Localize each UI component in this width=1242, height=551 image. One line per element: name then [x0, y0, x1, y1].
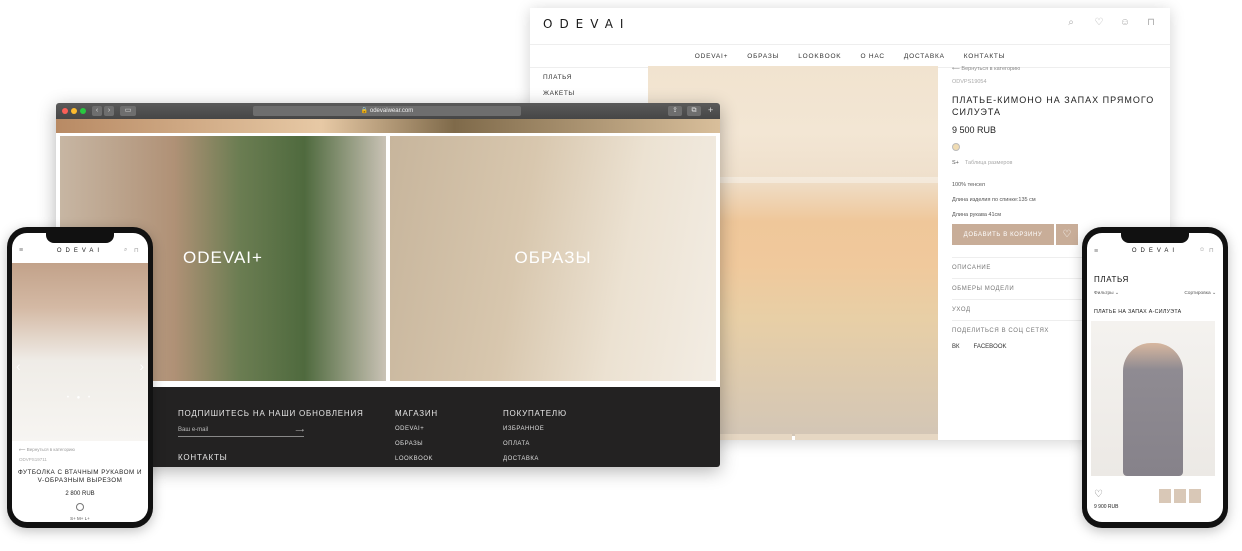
phone-notch	[46, 233, 114, 243]
add-to-cart-button[interactable]: ДОБАВИТЬ В КОРЗИНУ	[952, 224, 1054, 245]
accordion-description[interactable]: ОПИСАНИЕ	[952, 257, 1082, 278]
favorite-heart-icon[interactable]: ♡	[1056, 224, 1078, 245]
category-link-jackets[interactable]: ЖАКЕТЫ	[543, 90, 575, 97]
tabs-icon[interactable]: ⧉	[687, 106, 701, 116]
back-to-category-link[interactable]: ⟵ Вернуться в категорию	[952, 66, 1162, 72]
footer-shop-column: МАГАЗИН ODEVAI+ ОБРАЗЫ LOOKBOOK	[395, 409, 438, 467]
size-option[interactable]: S+	[952, 160, 959, 166]
subscribe-title: ПОДПИШИТЕСЬ НА НАШИ ОБНОВЛЕНИЯ	[178, 409, 364, 418]
hero-banner-strip	[56, 119, 720, 133]
footer-link-payment[interactable]: ОПЛАТА	[503, 441, 567, 447]
search-icon[interactable]: ⌕	[1065, 17, 1077, 29]
user-icon[interactable]: ☺	[1119, 17, 1131, 29]
product-sleeve-length: Длина рукава 41см	[952, 212, 1002, 218]
color-swatch[interactable]	[952, 143, 960, 151]
close-window-icon[interactable]	[62, 108, 68, 114]
carousel-dots[interactable]: • ● •	[12, 395, 148, 401]
address-bar[interactable]: 🔒 odevaiwear.com	[253, 106, 521, 116]
product-card-title[interactable]: ПЛАТЬЕ НА ЗАПАХ А-СИЛУЭТА	[1094, 309, 1182, 315]
forward-arrow-icon[interactable]: ›	[104, 106, 114, 116]
phone-right-screen: ≡ ODEVAI ☺ ⊓ ПЛАТЬЯ Фильтры ⌄ Сортировка…	[1087, 233, 1223, 522]
footer-link-odevai-plus[interactable]: ODEVAI+	[395, 426, 438, 432]
product-variant-thumbnails[interactable]	[1159, 489, 1201, 503]
product-sku: ODVPS19711	[19, 457, 47, 462]
share-label: ПОДЕЛИТЬСЯ В СОЦ СЕТЯХ	[952, 320, 1082, 341]
model-figure	[1123, 343, 1183, 476]
email-placeholder: Ваш e-mail	[178, 427, 209, 433]
share-vk-link[interactable]: ВК	[952, 344, 960, 350]
product-sku: ODVPS19054	[952, 79, 987, 85]
accordion-care[interactable]: УХОД	[952, 299, 1082, 320]
product-title: ПЛАТЬЕ-КИМОНО НА ЗАПАХ ПРЯМОГО СИЛУЭТА	[952, 95, 1155, 117]
category-card-obrazy[interactable]: ОБРАЗЫ	[390, 136, 716, 381]
nav-item-about[interactable]: О НАС	[860, 53, 884, 60]
nav-item-obrazy[interactable]: ОБРАЗЫ	[747, 53, 779, 60]
footer-link-favorites[interactable]: ИЗБРАННОЕ	[503, 426, 567, 432]
phone-left-frame: ≡ ODEVAI ⌕ ⊓ ‹ › • ● • ⟵ Вернуться в кат…	[7, 227, 153, 528]
mobile-logo[interactable]: ODEVAI	[12, 248, 148, 254]
product-photo-carousel[interactable]: ‹ ›	[12, 263, 148, 441]
site-logo[interactable]: ODEVAI	[543, 17, 630, 31]
product-price: 2 800 RUB	[65, 491, 95, 497]
category-heading: ПЛАТЬЯ	[1094, 275, 1129, 284]
submit-arrow-icon[interactable]: ⟶	[295, 427, 304, 434]
desktop-browser-window: ‹ › ▭ 🔒 odevaiwear.com ⇪ ⧉ + ODEVAI+ ОБР…	[56, 103, 720, 467]
shop-title: МАГАЗИН	[395, 409, 439, 418]
color-swatch[interactable]	[76, 503, 84, 511]
buyer-title: ПОКУПАТЕЛЮ	[503, 409, 567, 418]
email-subscribe-field[interactable]: Ваш e-mail ⟶	[178, 427, 304, 437]
new-tab-icon[interactable]: +	[708, 105, 713, 115]
share-facebook-link[interactable]: FACEBOOK	[974, 344, 1007, 350]
browser-toolbar: ‹ › ▭ 🔒 odevaiwear.com ⇪ ⧉ +	[56, 103, 720, 119]
product-card-price: 9 900 RUB	[1094, 504, 1119, 510]
carousel-next-icon[interactable]: ›	[139, 358, 144, 374]
back-arrow-icon[interactable]: ‹	[92, 106, 102, 116]
product-composition: 100% тенсел	[952, 182, 985, 188]
nav-item-lookbook[interactable]: LOOKBOOK	[798, 53, 841, 60]
phone-notch	[1121, 233, 1189, 243]
product-length: Длина изделия по спинке:135 см	[952, 197, 1036, 203]
footer-buyer-column: ПОКУПАТЕЛЮ ИЗБРАННОЕ ОПЛАТА ДОСТАВКА	[503, 409, 567, 467]
minimize-window-icon[interactable]	[71, 108, 77, 114]
main-nav: ODEVAI+ ОБРАЗЫ LOOKBOOK О НАС ДОСТАВКА К…	[530, 44, 1170, 68]
nav-item-delivery[interactable]: ДОСТАВКА	[904, 53, 945, 60]
site-footer: ПОДПИШИТЕСЬ НА НАШИ ОБНОВЛЕНИЯ Ваш e-mai…	[56, 387, 720, 467]
product-card-photo[interactable]	[1091, 321, 1215, 476]
filters-dropdown[interactable]: Фильтры ⌄	[1094, 291, 1119, 296]
footer-link-delivery[interactable]: ДОСТАВКА	[503, 456, 567, 462]
phone-left-screen: ≡ ODEVAI ⌕ ⊓ ‹ › • ● • ⟵ Вернуться в кат…	[12, 233, 148, 522]
bag-icon[interactable]: ⊓	[1145, 17, 1157, 29]
share-icon[interactable]: ⇪	[668, 106, 682, 116]
product-price: 9 500 RUB	[952, 125, 997, 135]
maximize-window-icon[interactable]	[80, 108, 86, 114]
favorite-heart-icon[interactable]: ♡	[1094, 489, 1103, 500]
footer-link-lookbook[interactable]: LOOKBOOK	[395, 456, 438, 462]
sidebar-toggle-icon[interactable]: ▭	[120, 106, 136, 116]
bag-icon[interactable]: ⊓	[134, 247, 139, 254]
back-to-category-link[interactable]: ⟵ Вернуться в категорию	[19, 447, 75, 453]
search-icon[interactable]: ⌕	[124, 247, 127, 254]
category-link-dresses[interactable]: ПЛАТЬЯ	[543, 74, 572, 81]
nav-item-contacts[interactable]: КОНТАКТЫ	[964, 53, 1005, 60]
size-options[interactable]: S+ M+ L+	[12, 516, 148, 521]
bag-icon[interactable]: ⊓	[1209, 247, 1214, 254]
product-title: ФУТБОЛКА С ВТАЧНЫМ РУКАВОМ И V-ОБРАЗНЫМ …	[17, 469, 143, 484]
phone-right-frame: ≡ ODEVAI ☺ ⊓ ПЛАТЬЯ Фильтры ⌄ Сортировка…	[1082, 227, 1228, 528]
nav-item-odevai-plus[interactable]: ODEVAI+	[695, 53, 728, 60]
sort-dropdown[interactable]: Сортировка ⌄	[1184, 291, 1216, 296]
contacts-title[interactable]: КОНТАКТЫ	[178, 453, 228, 462]
user-icon[interactable]: ☺	[1199, 247, 1205, 253]
accordion-measurements[interactable]: ОБМЕРЫ МОДЕЛИ	[952, 278, 1082, 299]
footer-link-obrazy[interactable]: ОБРАЗЫ	[395, 441, 438, 447]
heart-icon[interactable]: ♡	[1093, 17, 1105, 29]
card-label-obrazy: ОБРАЗЫ	[514, 248, 592, 267]
size-row: S+ Таблица размеров	[952, 160, 1162, 166]
carousel-prev-icon[interactable]: ‹	[16, 358, 21, 374]
size-table-link[interactable]: Таблица размеров	[965, 160, 1013, 166]
